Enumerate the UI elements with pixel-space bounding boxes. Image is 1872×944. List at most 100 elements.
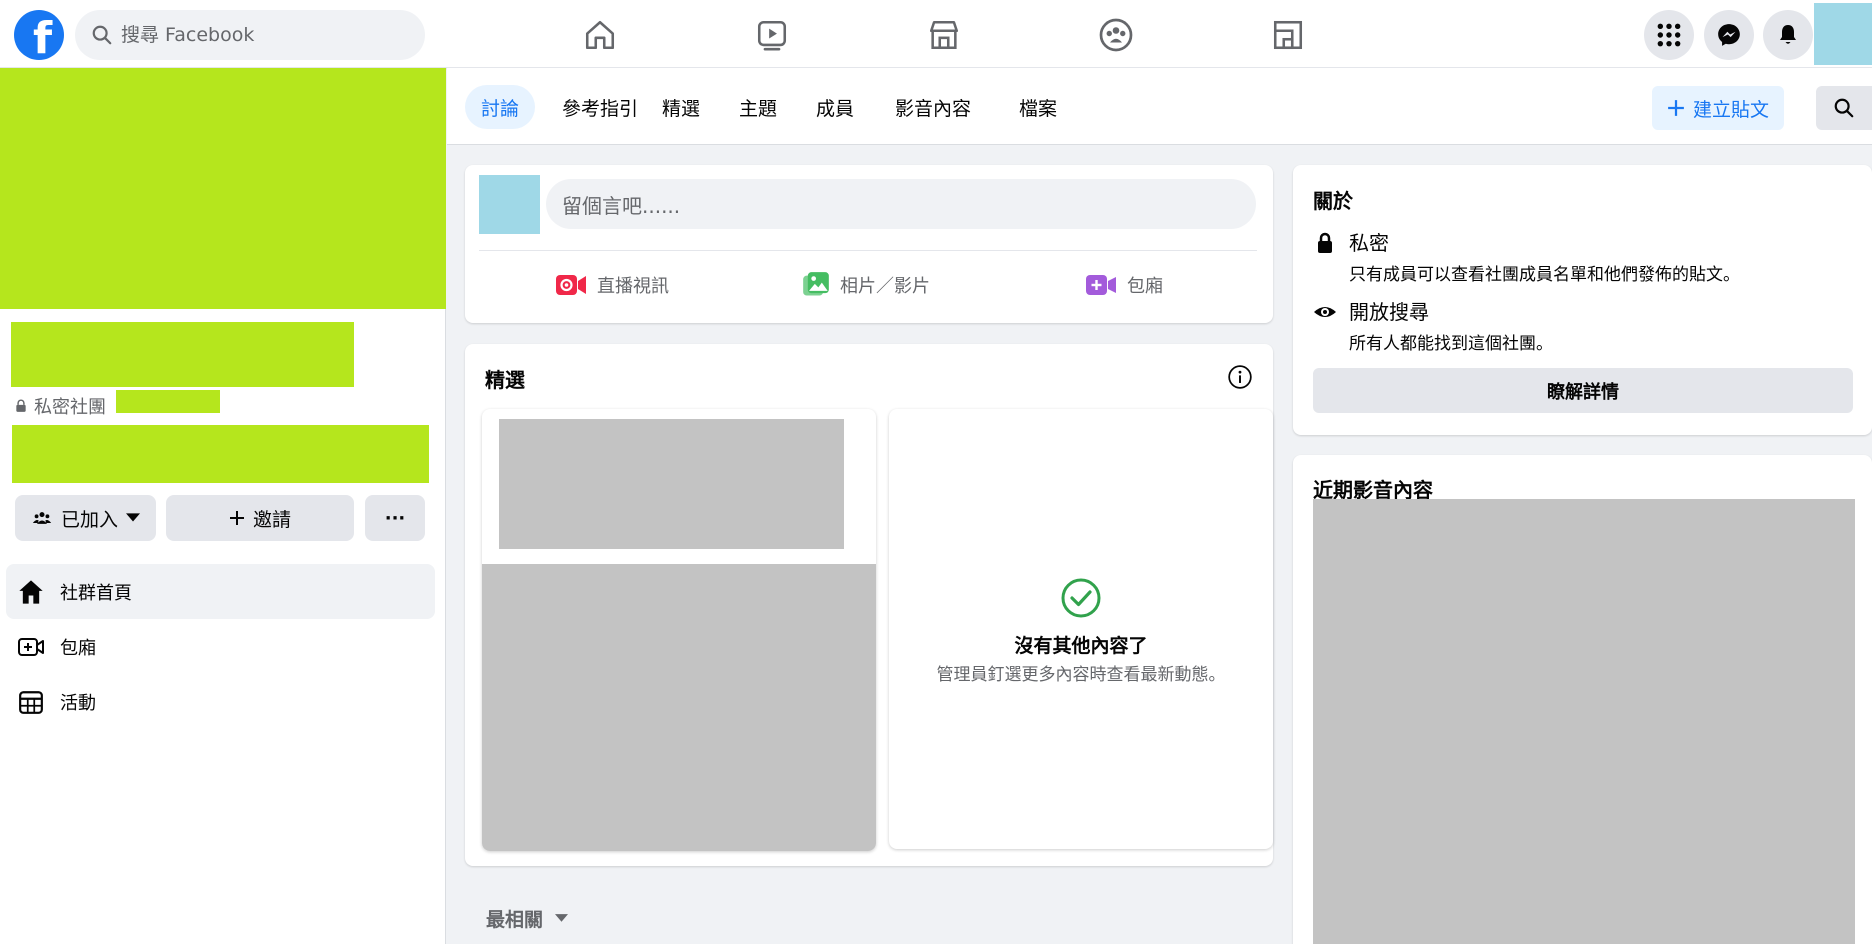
about-private-row: 私密 只有成員可以查看社團成員名單和他們發佈的貼文。: [1313, 227, 1740, 285]
photo-video-label: 相片／影片: [840, 276, 930, 297]
home-icon: [16, 577, 46, 607]
marketplace-nav-icon[interactable]: [921, 12, 967, 58]
room-video-icon: [1086, 275, 1116, 295]
eye-icon: [1314, 307, 1336, 317]
room-video-label: 包廂: [1127, 276, 1163, 297]
group-search-button[interactable]: [1816, 86, 1872, 130]
tab-label: 成員: [816, 97, 855, 120]
search-icon: [1834, 98, 1854, 118]
info-icon[interactable]: [1227, 364, 1253, 390]
tab-media[interactable]: 影音內容: [879, 85, 987, 129]
watch-nav-icon[interactable]: [749, 12, 795, 58]
group-members-icon: [32, 512, 52, 524]
tab-discussion[interactable]: 討論: [465, 85, 536, 129]
visible-desc: 所有人都能找到這個社團。: [1349, 334, 1553, 354]
visible-title: 開放搜尋: [1349, 300, 1429, 324]
learn-more-button[interactable]: 瞭解詳情: [1313, 368, 1853, 413]
gaming-nav-icon[interactable]: [1265, 12, 1311, 58]
featured-post-header-redacted: [499, 419, 844, 549]
check-circle-icon: [1061, 578, 1101, 618]
recent-media-section: 近期影音內容: [1293, 455, 1872, 944]
facebook-logo-icon[interactable]: f: [14, 10, 64, 63]
plus-icon: [229, 511, 244, 525]
member-count-redacted: [116, 390, 220, 413]
photo-video-button[interactable]: 相片／影片: [802, 267, 930, 303]
live-video-icon: [556, 275, 586, 295]
about-section: 關於 私密 只有成員可以查看社團成員名單和他們發佈的貼文。 開放搜尋 所有人都能…: [1293, 165, 1872, 435]
messenger-icon[interactable]: [1704, 10, 1754, 60]
lock-icon: [16, 399, 26, 412]
cover-photo-redacted: [0, 68, 446, 309]
search-input[interactable]: [121, 10, 411, 60]
recent-media-redacted: [1313, 499, 1855, 944]
notifications-bell-icon[interactable]: [1763, 10, 1813, 60]
lock-icon: [1318, 232, 1332, 253]
group-sidebar: 私密社團 已加入 邀請 ··· 社群首頁 包廂 活動: [0, 68, 446, 944]
composer-input[interactable]: 留個言吧......: [546, 179, 1256, 229]
photo-icon: [803, 272, 829, 296]
tab-label: 主題: [739, 97, 778, 120]
invite-button[interactable]: 邀請: [166, 495, 354, 541]
tab-label: 影音內容: [895, 97, 972, 120]
create-post-label: 建立貼文: [1692, 98, 1769, 121]
no-more-content-desc: 管理員釘選更多內容時查看最新動態。: [936, 665, 1226, 685]
live-video-label: 直播視訊: [597, 276, 669, 297]
sidebar-item-community-home[interactable]: 社群首頁: [6, 564, 435, 619]
sidebar-item-label: 社群首頁: [60, 582, 132, 604]
invite-label: 邀請: [252, 508, 291, 531]
private-desc: 只有成員可以查看社團成員名單和他們發佈的貼文。: [1349, 265, 1740, 285]
live-video-button[interactable]: 直播視訊: [555, 267, 669, 303]
tab-files[interactable]: 檔案: [1003, 85, 1073, 129]
tab-topics[interactable]: 主題: [723, 85, 793, 129]
about-title: 關於: [1313, 189, 1353, 213]
caret-down-icon: [126, 513, 140, 522]
group-info-redacted: [12, 425, 429, 483]
featured-section: 精選 沒有其他內容了 管理員釘選更多內容時查看最新動態。: [465, 344, 1273, 866]
tab-guides[interactable]: 參考指引: [546, 85, 654, 129]
groups-nav-icon[interactable]: [1093, 12, 1139, 58]
no-more-content-card: 沒有其他內容了 管理員釘選更多內容時查看最新動態。: [889, 409, 1273, 849]
post-composer: 留個言吧...... 直播視訊 相片／影片 包廂: [465, 165, 1273, 323]
user-avatar[interactable]: [1814, 3, 1872, 65]
private-title: 私密: [1349, 231, 1389, 255]
caret-down-icon: [555, 914, 569, 922]
featured-post-card[interactable]: [482, 409, 876, 851]
more-options-button[interactable]: ···: [365, 495, 425, 541]
sidebar-item-events[interactable]: 活動: [6, 674, 435, 729]
featured-title: 精選: [485, 368, 525, 392]
tab-label: 檔案: [1019, 97, 1058, 120]
group-name-redacted: [11, 322, 354, 387]
joined-button[interactable]: 已加入: [15, 495, 156, 541]
joined-label: 已加入: [60, 508, 118, 531]
featured-post-image-redacted: [482, 564, 876, 851]
create-post-button[interactable]: 建立貼文: [1652, 86, 1784, 130]
sort-label: 最相關: [486, 909, 544, 931]
sidebar-item-room[interactable]: 包廂: [6, 619, 435, 674]
search-box[interactable]: [75, 10, 425, 60]
group-privacy-line: 私密社團: [14, 393, 106, 419]
more-dots-icon: ···: [384, 507, 406, 529]
room-video-button[interactable]: 包廂: [1085, 267, 1163, 303]
composer-avatar: [479, 175, 540, 234]
tab-label: 精選: [662, 97, 701, 120]
menu-grid-icon[interactable]: [1644, 10, 1694, 60]
learn-more-label: 瞭解詳情: [1547, 381, 1619, 403]
room-icon: [16, 632, 46, 662]
no-more-content-title: 沒有其他內容了: [1014, 635, 1148, 657]
composer-placeholder: 留個言吧......: [562, 193, 681, 218]
top-navigation-bar: f: [0, 0, 1872, 68]
sidebar-item-label: 活動: [60, 692, 96, 714]
sort-dropdown[interactable]: 最相關: [486, 905, 569, 932]
tab-members[interactable]: 成員: [800, 85, 870, 129]
home-nav-icon[interactable]: [577, 12, 623, 58]
tab-featured[interactable]: 精選: [646, 85, 716, 129]
calendar-icon: [16, 687, 46, 717]
tab-label: 參考指引: [562, 97, 639, 120]
about-visible-row: 開放搜尋 所有人都能找到這個社團。: [1313, 296, 1553, 354]
sidebar-item-label: 包廂: [60, 637, 96, 659]
composer-divider: [479, 250, 1257, 251]
search-icon: [92, 25, 112, 45]
plus-icon: [1668, 100, 1684, 116]
tab-label: 討論: [481, 97, 520, 120]
privacy-label: 私密社團: [34, 397, 106, 418]
